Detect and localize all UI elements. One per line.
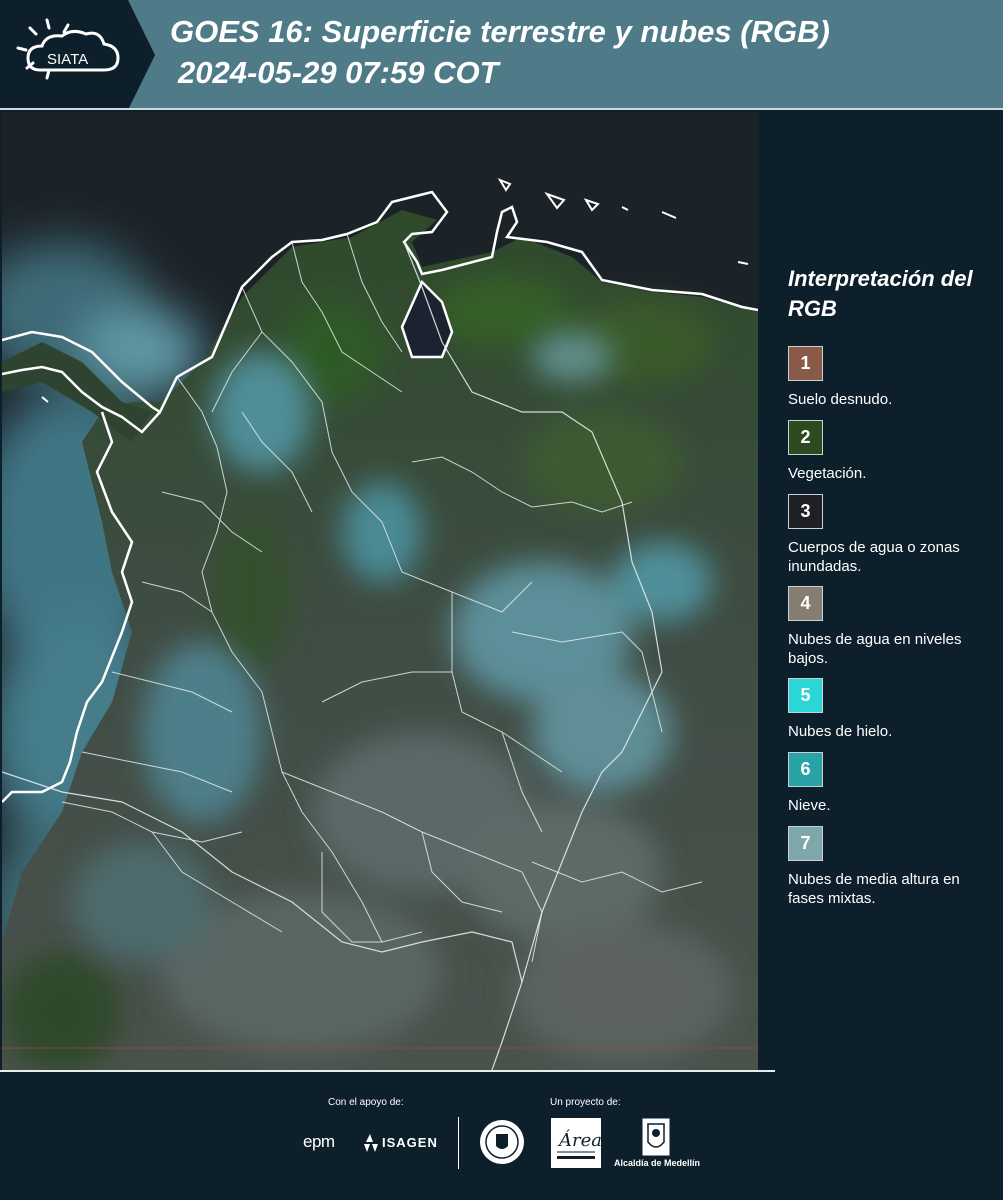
footer: Con el apoyo de: Un proyecto de: epm ISA… [0, 1070, 1003, 1200]
legend-title: Interpretación del RGB [788, 266, 973, 321]
legend-label: Cuerpos de agua o zonas inundadas. [788, 539, 960, 575]
legend-swatch: 4 [788, 586, 823, 621]
page-title: GOES 16: Superficie terrestre y nubes (R… [170, 14, 830, 49]
legend-swatch: 7 [788, 826, 823, 861]
legend-panel: Interpretación del RGB 1 Suelo desnudo. … [760, 110, 1003, 1070]
legend-item-ice-clouds: 5 Nubes de hielo. [788, 678, 998, 741]
medellin-seal-icon [480, 1120, 524, 1164]
svg-text:Área: Área [557, 1128, 601, 1151]
alcaldia-shield-icon [642, 1118, 670, 1156]
siata-logo: SIATA [0, 0, 155, 110]
legend-swatch: 2 [788, 420, 823, 455]
legend-item-bare-soil: 1 Suelo desnudo. [788, 346, 998, 409]
legend-item-mid-level-clouds: 7 Nubes de media altura en fases mixtas. [788, 826, 998, 908]
project-label: Un proyecto de: [550, 1097, 621, 1108]
footer-divider [0, 1070, 775, 1072]
legend-swatch: 1 [788, 346, 823, 381]
satellite-map[interactable] [2, 112, 758, 1070]
legend-swatch: 6 [788, 752, 823, 787]
legend-label: Nubes de media altura en fases mixtas. [788, 871, 960, 907]
legend-swatch: 5 [788, 678, 823, 713]
epm-logo: epm [303, 1132, 335, 1151]
legend-label: Vegetación. [788, 465, 867, 482]
legend-item-water-bodies: 3 Cuerpos de agua o zonas inundadas. [788, 494, 998, 576]
alcaldia-label: Alcaldía de Medellín [614, 1158, 701, 1168]
legend-item-low-water-clouds: 4 Nubes de agua en niveles bajos. [788, 586, 998, 668]
legend-label: Nubes de agua en niveles bajos. [788, 631, 962, 667]
footer-separator [458, 1117, 459, 1169]
logo-text: SIATA [47, 51, 88, 68]
legend-label: Suelo desnudo. [788, 391, 893, 408]
legend-label: Nubes de hielo. [788, 723, 893, 740]
support-label: Con el apoyo de: [328, 1097, 404, 1108]
header: SIATA GOES 16: Superficie terrestre y nu… [0, 0, 1003, 110]
legend-swatch: 3 [788, 494, 823, 529]
legend-label: Nieve. [788, 797, 831, 814]
area-metropolitana-logo: Área [551, 1118, 601, 1168]
legend-item-vegetation: 2 Vegetación. [788, 420, 998, 483]
legend-item-snow: 6 Nieve. [788, 752, 998, 815]
isagen-logo: ISAGEN [382, 1135, 438, 1150]
timestamp: 2024-05-29 07:59 COT [178, 55, 499, 90]
isagen-icon [364, 1134, 378, 1152]
